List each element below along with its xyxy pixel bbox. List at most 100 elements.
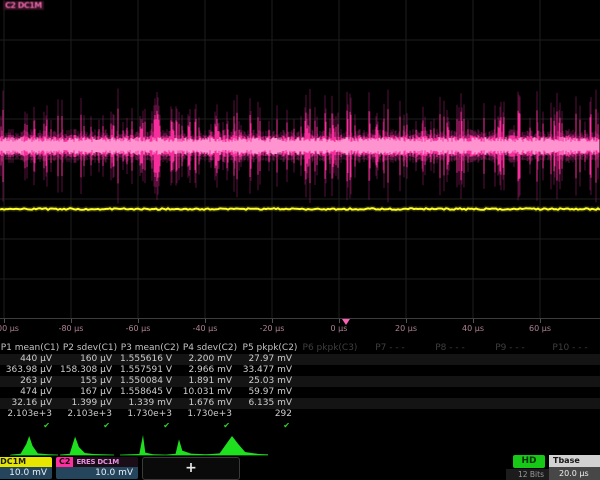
stat-cell-p8 <box>420 398 480 409</box>
stat-cell-p3: 1.339 mV <box>120 398 180 409</box>
stat-cell-p3: 1.550084 V <box>120 376 180 387</box>
axis-tick <box>138 319 139 323</box>
stat-cell-p9 <box>480 376 540 387</box>
param-header-p5[interactable]: P5 pkpk(C2) <box>240 343 300 354</box>
stat-cell-p6 <box>300 398 360 409</box>
oscilloscope-screen: C2 DC1M -100 µs-80 µs-60 µs-40 µs-20 µs0… <box>0 0 600 480</box>
c2-noise-trace-core <box>0 137 599 155</box>
stat-cell-p9 <box>480 387 540 398</box>
stat-cell-p6 <box>300 409 360 420</box>
param-header-p3[interactable]: P3 mean(C2) <box>120 343 180 354</box>
tbase-value: 20.0 µs <box>549 467 600 480</box>
axis-tick-label: -20 µs <box>246 324 298 333</box>
stat-cell-p8 <box>420 409 480 420</box>
axis-tick <box>71 319 72 323</box>
status-empty <box>420 420 480 431</box>
stat-cell-p1: 440 µV <box>0 354 60 365</box>
stat-cell-p9 <box>480 409 540 420</box>
stat-cell-p4: 2.200 mV <box>180 354 240 365</box>
axis-tick <box>272 319 273 323</box>
param-header-p4[interactable]: P4 sdev(C2) <box>180 343 240 354</box>
axis-tick-label: 0 µs <box>313 324 365 333</box>
timebase-axis: -100 µs-80 µs-60 µs-40 µs-20 µs0 µs20 µs… <box>0 318 600 343</box>
stat-cell-p4: 10.031 mV <box>180 387 240 398</box>
stat-cell-p2: 2.103e+3 <box>60 409 120 420</box>
stat-cell-p1: 263 µV <box>0 376 60 387</box>
table-row: 32.16 µV1.399 µV1.339 mV1.676 mV6.135 mV <box>0 398 600 409</box>
table-row: 263 µV155 µV1.550084 V1.891 mV25.03 mV <box>0 376 600 387</box>
axis-tick <box>473 319 474 323</box>
stat-cell-p7 <box>360 376 420 387</box>
channel-descriptor-c1[interactable]: C1 DC1M 10.0 mV <box>0 457 52 479</box>
stat-cell-p2: 160 µV <box>60 354 120 365</box>
stat-cell-p7 <box>360 354 420 365</box>
status-empty <box>360 420 420 431</box>
stat-cell-p8 <box>420 387 480 398</box>
hd-mode-badge[interactable]: HD <box>513 455 545 468</box>
status-check-icon: ✔ <box>0 420 60 431</box>
axis-tick-label: -40 µs <box>179 324 231 333</box>
plus-icon: + <box>185 460 197 476</box>
stat-cell-p3: 1.555616 V <box>120 354 180 365</box>
c2-channel-badge: C2 <box>56 457 73 467</box>
c2-coupling-label: ERES DC1M <box>73 457 119 467</box>
stat-cell-p2: 158.308 µV <box>60 365 120 376</box>
table-row: 474 µV167 µV1.558645 V10.031 mV59.97 mV <box>0 387 600 398</box>
param-header-p9[interactable]: P9 - - - <box>480 343 540 354</box>
axis-tick <box>540 319 541 323</box>
table-row: ✔✔✔✔✔ <box>0 420 600 431</box>
stat-cell-p5: 6.135 mV <box>240 398 300 409</box>
stat-cell-p9 <box>480 354 540 365</box>
histicon-p1 <box>10 431 58 458</box>
stat-cell-p4: 1.676 mV <box>180 398 240 409</box>
status-empty <box>480 420 540 431</box>
channel-descriptor-c2[interactable]: C2 ERES DC1M 10.0 mV <box>56 457 138 479</box>
stat-cell-p1: 2.103e+3 <box>0 409 60 420</box>
axis-tick-label: -100 µs <box>0 324 30 333</box>
param-header-p1[interactable]: P1 mean(C1) <box>0 343 60 354</box>
stat-cell-p7 <box>360 365 420 376</box>
measurement-table: P1 mean(C1)P2 sdev(C1)P3 mean(C2)P4 sdev… <box>0 343 600 431</box>
stat-cell-p10 <box>540 409 600 420</box>
param-header-p2[interactable]: P2 sdev(C1) <box>60 343 120 354</box>
timebase-descriptor[interactable]: Tbase 20.0 µs <box>549 455 600 480</box>
axis-tick-label: 20 µs <box>380 324 432 333</box>
stat-cell-p8 <box>420 376 480 387</box>
add-trace-button[interactable]: + <box>142 457 240 480</box>
stat-cell-p2: 155 µV <box>60 376 120 387</box>
axis-tick <box>406 319 407 323</box>
param-header-p6[interactable]: P6 pkpk(C3) <box>300 343 360 354</box>
stat-cell-p7 <box>360 409 420 420</box>
c1-vdiv-value: 10.0 mV <box>0 467 52 479</box>
stat-cell-p9 <box>480 365 540 376</box>
histicon-p5 <box>206 431 268 458</box>
axis-tick-label: 60 µs <box>514 324 566 333</box>
axis-tick <box>205 319 206 323</box>
status-check-icon: ✔ <box>60 420 120 431</box>
axis-tick-label: -60 µs <box>112 324 164 333</box>
stat-cell-p5: 27.97 mV <box>240 354 300 365</box>
stat-cell-p6 <box>300 354 360 365</box>
axis-tick <box>4 319 5 323</box>
stat-cell-p5: 25.03 mV <box>240 376 300 387</box>
stat-cell-p10 <box>540 398 600 409</box>
param-header-p10[interactable]: P10 - - - <box>540 343 600 354</box>
status-empty <box>540 420 600 431</box>
stat-cell-p10 <box>540 387 600 398</box>
trace-label-c2: C2 DC1M <box>3 1 44 10</box>
measurement-histicons <box>0 431 600 458</box>
stat-cell-p5: 292 <box>240 409 300 420</box>
status-check-icon: ✔ <box>120 420 180 431</box>
stat-cell-p2: 167 µV <box>60 387 120 398</box>
status-check-icon: ✔ <box>240 420 300 431</box>
histicon-p2 <box>60 431 114 458</box>
stat-cell-p9 <box>480 398 540 409</box>
trigger-position-marker[interactable] <box>342 319 350 325</box>
stat-cell-p1: 474 µV <box>0 387 60 398</box>
param-header-p7[interactable]: P7 - - - <box>360 343 420 354</box>
c1-coupling-label: C1 DC1M <box>0 457 52 467</box>
c2-vdiv-value: 10.0 mV <box>56 467 138 479</box>
param-header-p8[interactable]: P8 - - - <box>420 343 480 354</box>
stat-cell-p7 <box>360 398 420 409</box>
stat-cell-p6 <box>300 387 360 398</box>
